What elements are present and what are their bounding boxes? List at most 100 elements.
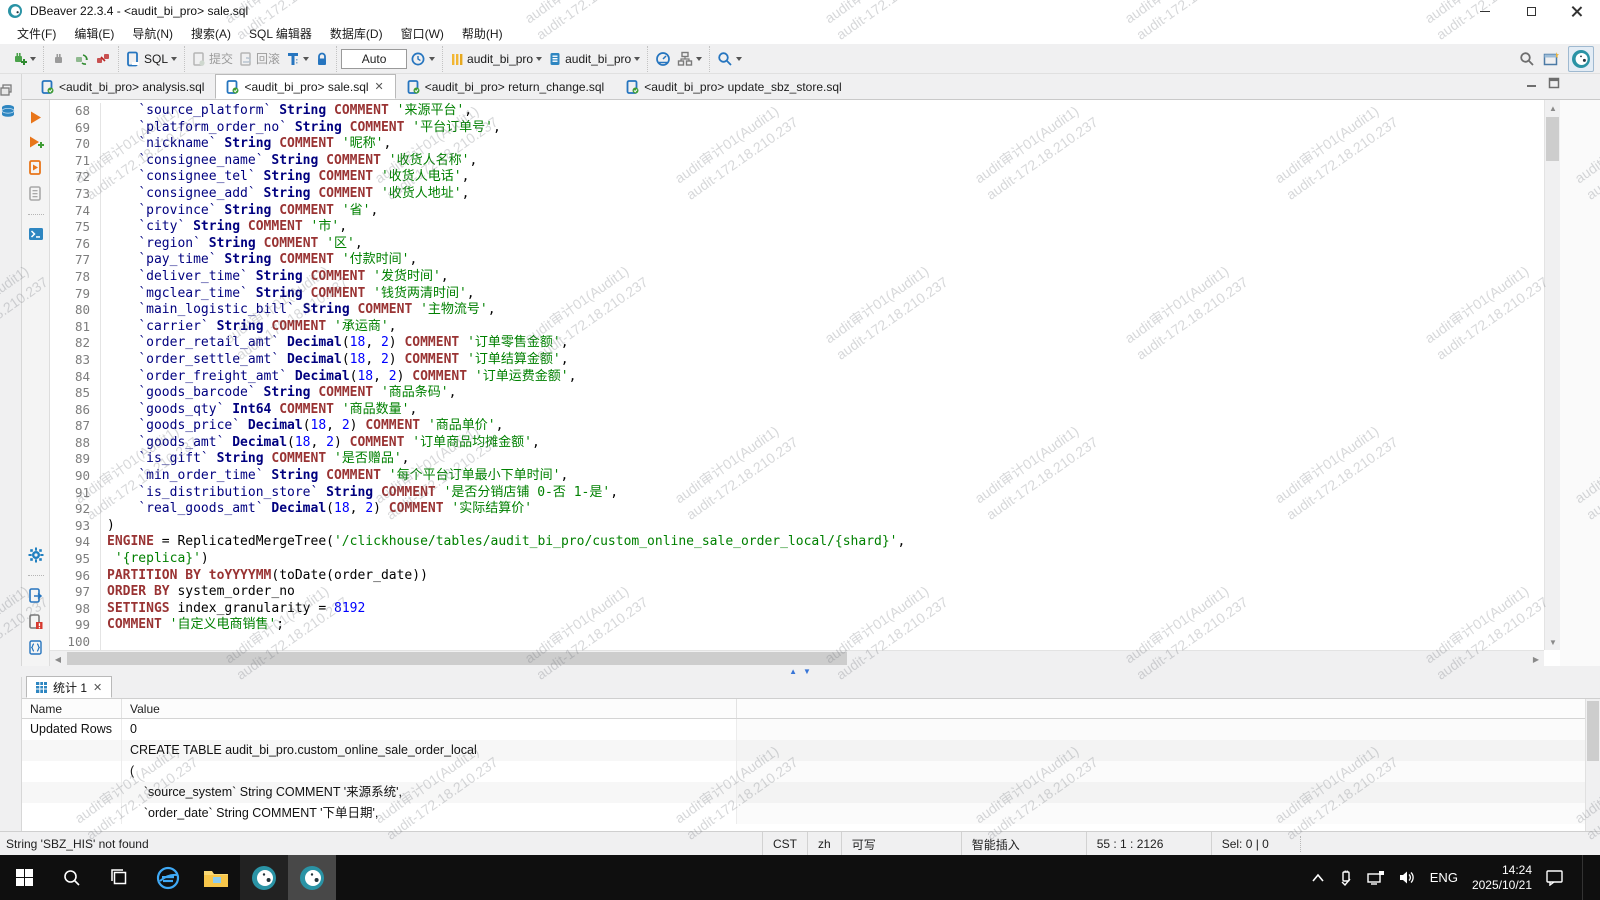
close-button[interactable] <box>1554 0 1600 22</box>
scroll-right-arrow[interactable]: ▶ <box>1528 651 1544 667</box>
code-line[interactable]: 94ENGINE = ReplicatedMergeTree('/clickho… <box>50 534 1544 551</box>
code-line[interactable]: 77 `pay_time` String COMMENT '付款时间', <box>50 252 1544 269</box>
disconnect-button[interactable] <box>92 48 114 70</box>
dbeaver-taskbar-button[interactable] <box>240 855 288 900</box>
code-line[interactable]: 96PARTITION BY toYYYYMM(toDate(order_dat… <box>50 568 1544 585</box>
commit-mode-button[interactable] <box>674 48 705 70</box>
code-line[interactable]: 90 `min_order_time` String COMMENT '每个平台… <box>50 468 1544 485</box>
code-line[interactable]: 76 `region` String COMMENT '区', <box>50 236 1544 253</box>
execute-new-tab-button[interactable] <box>28 135 44 150</box>
code-line[interactable]: 91 `is_distribution_store` String COMMEN… <box>50 485 1544 502</box>
code-line[interactable]: 71 `consignee_name` String COMMENT '收货人名… <box>50 153 1544 170</box>
table-row[interactable]: Updated Rows0 <box>22 719 1600 740</box>
editor-tab[interactable]: <audit_bi_pro> sale.sql✕ <box>215 74 395 99</box>
scrollbar-thumb[interactable] <box>1546 117 1559 161</box>
code-line[interactable]: 83 `order_settle_amt` Decimal(18, 2) COM… <box>50 352 1544 369</box>
open-perspective-button[interactable] <box>1543 51 1560 67</box>
lock-button[interactable] <box>312 48 332 70</box>
dashboard-button[interactable] <box>652 48 674 70</box>
code-line[interactable]: 75 `city` String COMMENT '市', <box>50 219 1544 236</box>
editor-vertical-scrollbar[interactable]: ▲ ▼ <box>1544 100 1560 650</box>
new-connection-button[interactable] <box>8 48 39 70</box>
sash-maximize-icon[interactable]: ▲ <box>789 667 797 676</box>
code-line[interactable]: 79 `mgclear_time` String COMMENT '钱货两清时间… <box>50 286 1544 303</box>
menu-item[interactable]: 文件(F) <box>8 22 65 45</box>
show-desktop-button[interactable] <box>1582 855 1586 900</box>
start-button[interactable] <box>0 855 48 900</box>
code-line[interactable]: 68 `source_platform` String COMMENT '来源平… <box>50 103 1544 120</box>
code-line[interactable]: 80 `main_logistic_bill` String COMMENT '… <box>50 302 1544 319</box>
menu-item[interactable]: 窗口(W) <box>392 22 453 45</box>
sql-editor-button[interactable]: SQL <box>123 48 180 70</box>
code-line[interactable]: 69 `platform_order_no` String COMMENT '平… <box>50 120 1544 137</box>
close-icon[interactable]: ✕ <box>92 681 103 694</box>
code-line[interactable]: 70 `nickname` String COMMENT '昵称', <box>50 136 1544 153</box>
menu-item[interactable]: 导航(N) <box>123 22 182 45</box>
sash-minimize-icon[interactable]: ▼ <box>803 667 811 676</box>
database-navigator-button[interactable] <box>0 104 21 118</box>
explain-plan-button[interactable] <box>28 186 43 202</box>
menu-item[interactable]: SQL 编辑器 <box>240 22 321 45</box>
taskbar-clock[interactable]: 14:24 2025/10/21 <box>1472 863 1532 893</box>
results-scrollbar[interactable] <box>1585 699 1600 831</box>
column-header-value[interactable]: Value <box>122 699 737 718</box>
action-center-button[interactable] <box>1546 869 1564 886</box>
menu-item[interactable]: 搜索(A) <box>182 22 240 45</box>
editor-settings-button[interactable] <box>28 547 44 563</box>
code-line[interactable]: 98SETTINGS index_granularity = 8192 <box>50 601 1544 618</box>
dbeaver-taskbar-button-active[interactable] <box>288 855 336 900</box>
code-line[interactable]: 84 `order_freight_amt` Decimal(18, 2) CO… <box>50 369 1544 386</box>
code-line[interactable]: 92 `real_goods_amt` Decimal(18, 2) COMME… <box>50 501 1544 518</box>
editor-search-button[interactable] <box>714 48 745 70</box>
close-icon[interactable]: ✕ <box>374 80 385 93</box>
code-line[interactable]: 86 `goods_qty` Int64 COMMENT '商品数量', <box>50 402 1544 419</box>
scroll-down-arrow[interactable]: ▼ <box>1545 634 1561 650</box>
editor-horizontal-scrollbar[interactable]: ◀ ▶ <box>50 650 1544 666</box>
code-line[interactable]: 88 `goods_amt` Decimal(18, 2) COMMENT '订… <box>50 435 1544 452</box>
menu-item[interactable]: 编辑(E) <box>65 22 123 45</box>
volume-icon[interactable] <box>1399 870 1416 885</box>
column-header-name[interactable]: Name <box>22 699 122 718</box>
code-line[interactable]: 87 `goods_price` Decimal(18, 2) COMMENT … <box>50 418 1544 435</box>
status-caret-position[interactable]: 55 : 1 : 2126 <box>1086 832 1211 856</box>
panel-sash[interactable]: ▲ ▼ <box>0 666 1600 677</box>
open-terminal-button[interactable] <box>28 227 44 241</box>
rollback-button[interactable]: 回滚 <box>236 47 283 70</box>
code-line[interactable]: 97ORDER BY system_order_no <box>50 584 1544 601</box>
dbeaver-perspective-button[interactable] <box>1568 46 1594 72</box>
scrollbar-thumb[interactable] <box>67 652 847 665</box>
code-line[interactable]: 82 `order_retail_amt` Decimal(18, 2) COM… <box>50 335 1544 352</box>
reconnect-button[interactable] <box>70 48 92 70</box>
execute-statement-button[interactable] <box>28 110 43 125</box>
maximize-button[interactable] <box>1508 0 1554 22</box>
templates-button[interactable] <box>28 640 43 656</box>
editor-tab[interactable]: <audit_bi_pro> analysis.sql <box>30 74 215 99</box>
table-row[interactable]: ( <box>22 761 1600 782</box>
code-line[interactable]: 81 `carrier` String COMMENT '承运商', <box>50 319 1544 336</box>
code-line[interactable]: 74 `province` String COMMENT '省', <box>50 203 1544 220</box>
code-line[interactable]: 95 '{replica}') <box>50 551 1544 568</box>
menu-item[interactable]: 数据库(D) <box>321 22 392 45</box>
internet-explorer-button[interactable] <box>144 855 192 900</box>
sql-code-editor[interactable]: 68 `source_platform` String COMMENT '来源平… <box>50 100 1544 650</box>
table-row[interactable]: `order_date` String COMMENT '下单日期', <box>22 803 1600 824</box>
quick-search-button[interactable] <box>1519 51 1535 67</box>
scroll-left-arrow[interactable]: ◀ <box>50 651 66 667</box>
minimize-button[interactable] <box>1462 0 1508 22</box>
file-explorer-button[interactable] <box>192 855 240 900</box>
commit-button[interactable]: 提交 <box>189 47 236 70</box>
code-line[interactable]: 78 `deliver_time` String COMMENT '发货时间', <box>50 269 1544 286</box>
connection-selector[interactable]: audit_bi_pro <box>447 48 545 70</box>
scroll-up-arrow[interactable]: ▲ <box>1545 100 1561 116</box>
usb-device-icon[interactable] <box>1339 870 1353 886</box>
maximize-view-button[interactable] <box>1548 77 1560 89</box>
autocommit-select[interactable]: Auto <box>341 49 407 69</box>
code-line[interactable]: 73 `consignee_add` String COMMENT '收货人地址… <box>50 186 1544 203</box>
tray-expand-button[interactable] <box>1311 873 1325 883</box>
code-line[interactable]: 89 `is_gift` String COMMENT '是否赠品', <box>50 451 1544 468</box>
menu-item[interactable]: 帮助(H) <box>453 22 512 45</box>
code-line[interactable]: 100 <box>50 634 1544 650</box>
table-row[interactable]: CREATE TABLE audit_bi_pro.custom_online_… <box>22 740 1600 761</box>
validate-script-button[interactable] <box>28 614 43 630</box>
tab-statistics[interactable]: 统计 1 ✕ <box>26 676 112 698</box>
